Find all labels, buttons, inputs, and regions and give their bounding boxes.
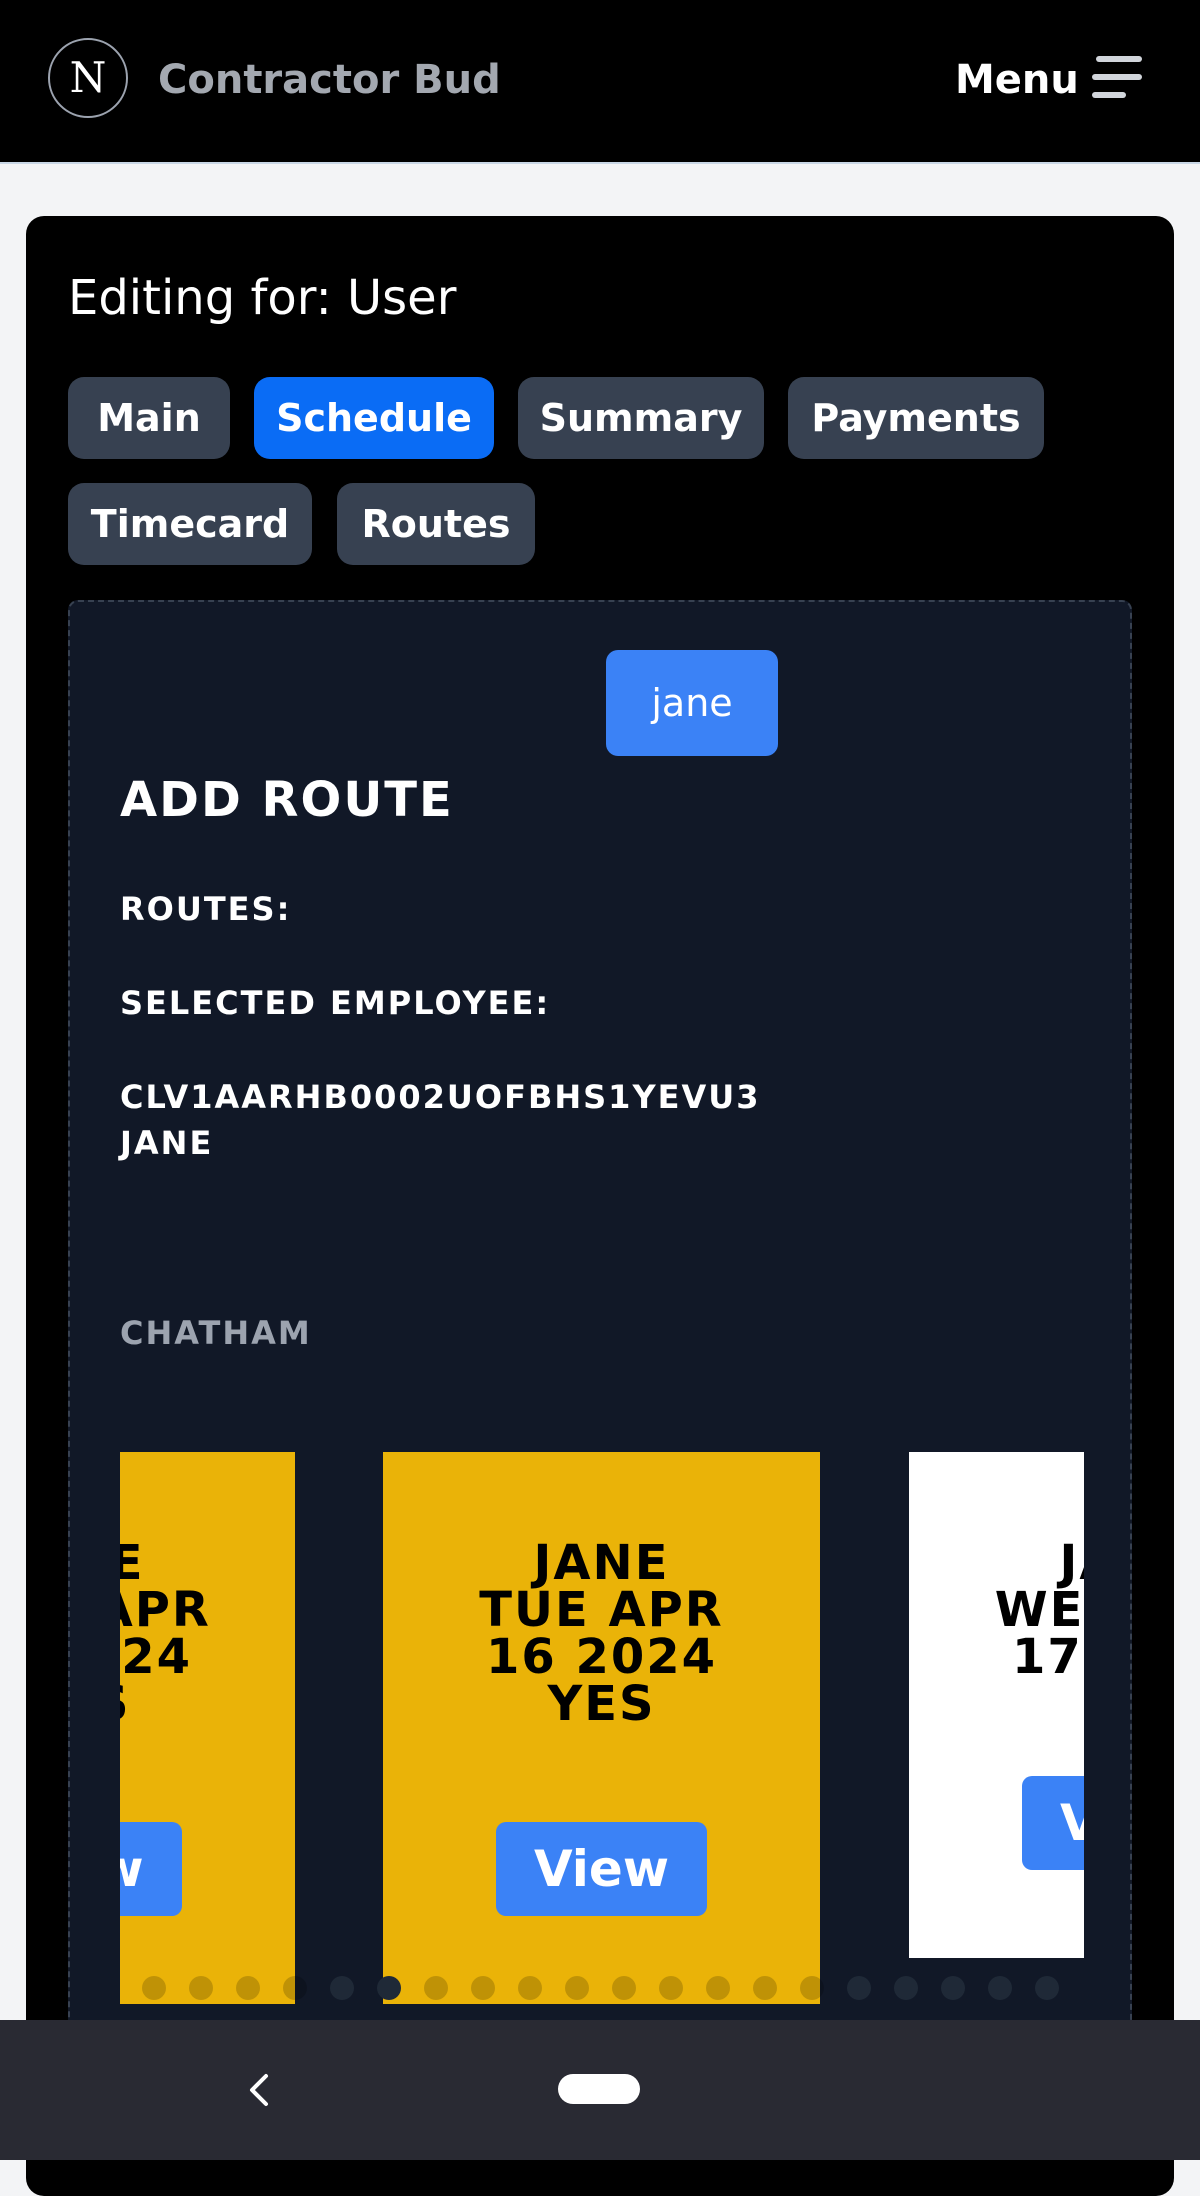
carousel-pagination[interactable] (120, 1976, 1084, 2006)
pagination-dot[interactable] (988, 1976, 1012, 2000)
employee-name: JANE (120, 1124, 214, 1162)
view-button[interactable]: View (1022, 1776, 1084, 1870)
add-route-heading: ADD ROUTE (120, 772, 454, 828)
slide-text: JANE TUE APR 16 2024 YES (479, 1535, 724, 1732)
schedule-slide[interactable]: JANE MON APR 15 2024 YES View (120, 1452, 295, 2004)
pagination-dot[interactable] (189, 1976, 213, 2000)
pagination-dot[interactable] (847, 1976, 871, 2000)
pagination-dot[interactable] (753, 1976, 777, 2000)
pagination-dot[interactable] (1035, 1976, 1059, 2000)
pagination-dot[interactable] (424, 1976, 448, 2000)
pagination-dot[interactable] (377, 1976, 401, 2000)
menu-button-label[interactable]: Menu (955, 56, 1079, 104)
pagination-dot[interactable] (142, 1976, 166, 2000)
location-label: CHATHAM (120, 1314, 312, 1352)
pagination-dot[interactable] (659, 1976, 683, 2000)
pagination-dot[interactable] (706, 1976, 730, 2000)
employee-select-button[interactable]: jane (606, 650, 778, 756)
brand-name[interactable]: Contractor Bud (158, 56, 501, 104)
n-logo-icon: N (70, 53, 107, 102)
tab-payments[interactable]: Payments (788, 377, 1044, 459)
page-title: Editing for: User (68, 270, 457, 326)
hamburger-menu-icon[interactable] (1092, 56, 1144, 100)
view-button[interactable]: View (120, 1822, 182, 1916)
schedule-carousel[interactable]: JANE MON APR 15 2024 YES View JANE TUE A… (120, 1452, 1084, 2012)
pagination-dot[interactable] (471, 1976, 495, 2000)
schedule-slide[interactable]: JANE TUE APR 16 2024 YES View (383, 1452, 820, 2004)
employee-id: CLV1AARHB0002UOFBHS1YEVU3 (120, 1078, 761, 1116)
selected-employee-label: SELECTED EMPLOYEE: (120, 984, 551, 1022)
tab-routes[interactable]: Routes (337, 483, 535, 565)
schedule-panel: jane ADD ROUTE ROUTES: SELECTED EMPLOYEE… (68, 600, 1132, 2040)
pagination-dot[interactable] (941, 1976, 965, 2000)
tab-summary[interactable]: Summary (518, 377, 764, 459)
slide-text: JANE MON APR 15 2024 YES (120, 1539, 211, 1728)
top-app-bar: N Contractor Bud Menu (0, 0, 1200, 164)
tab-schedule[interactable]: Schedule (254, 377, 494, 459)
tab-main[interactable]: Main (68, 377, 230, 459)
routes-label: ROUTES: (120, 890, 292, 928)
tab-timecard[interactable]: Timecard (68, 483, 312, 565)
pagination-dot[interactable] (236, 1976, 260, 2000)
pagination-dot[interactable] (330, 1976, 354, 2000)
brand-logo[interactable]: N (48, 38, 128, 118)
back-chevron-icon[interactable] (244, 2068, 274, 2112)
schedule-slide[interactable]: JANE WED APR 17 2024 NO View (909, 1452, 1084, 1958)
view-button[interactable]: View (496, 1822, 707, 1916)
pagination-dot[interactable] (800, 1976, 824, 2000)
pagination-dot[interactable] (894, 1976, 918, 2000)
pagination-dot[interactable] (518, 1976, 542, 2000)
pagination-dot[interactable] (283, 1976, 307, 2000)
slide-text: JANE WED APR 17 2024 NO (994, 1535, 1084, 1685)
home-pill-button[interactable] (558, 2074, 640, 2104)
pagination-dot[interactable] (612, 1976, 636, 2000)
pagination-dot[interactable] (565, 1976, 589, 2000)
